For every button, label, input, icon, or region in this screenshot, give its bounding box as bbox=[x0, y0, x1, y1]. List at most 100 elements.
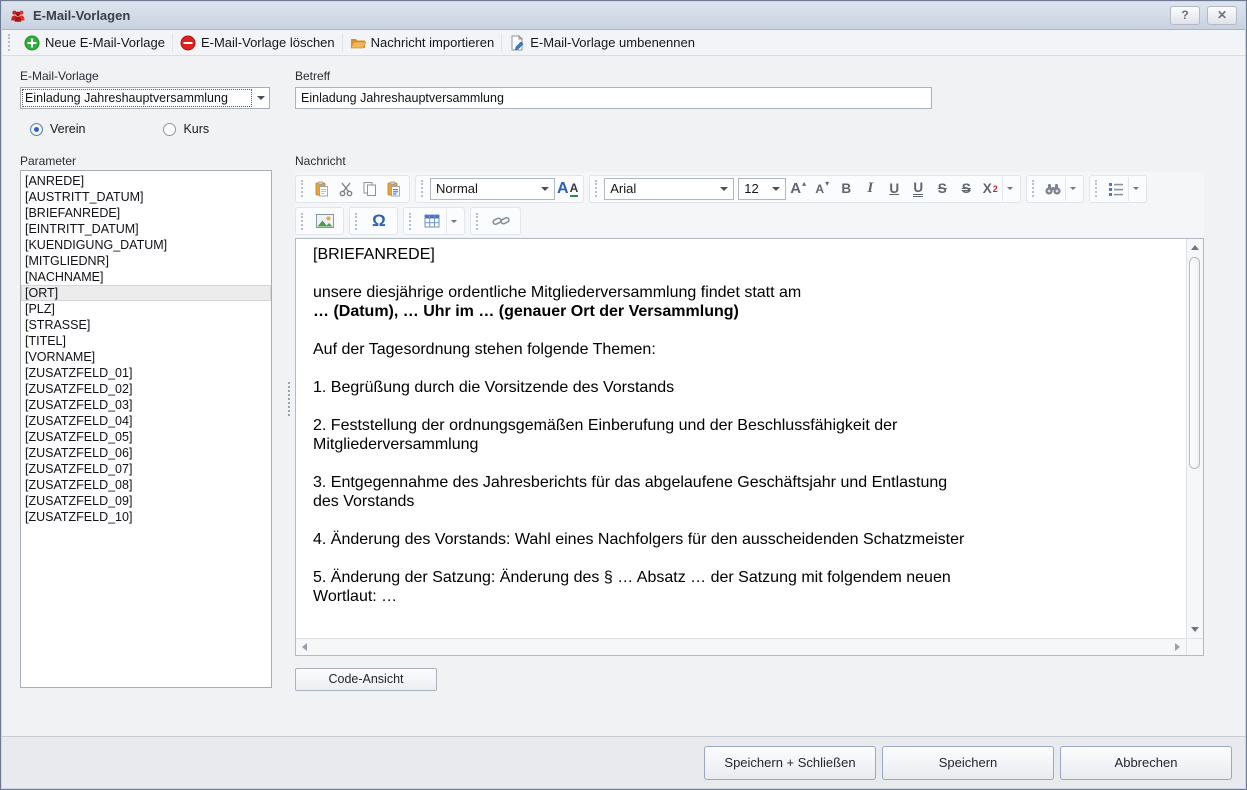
panel-splitter[interactable] bbox=[286, 56, 292, 738]
toolbar-grip[interactable] bbox=[8, 34, 13, 51]
insert-image-button[interactable] bbox=[310, 209, 340, 233]
template-select[interactable]: Einladung Jahreshauptversammlung bbox=[20, 87, 270, 109]
parameter-item[interactable]: [ZUSATZFELD_05] bbox=[21, 429, 271, 445]
scroll-down-icon[interactable] bbox=[1191, 627, 1199, 632]
scope-radio-group: Verein Kurs bbox=[30, 122, 209, 136]
parameter-item[interactable]: [ZUSATZFELD_01] bbox=[21, 365, 271, 381]
cut-button[interactable] bbox=[334, 177, 358, 201]
group-grip[interactable] bbox=[1095, 180, 1100, 197]
insert-link-button[interactable] bbox=[485, 209, 517, 233]
vertical-scrollbar[interactable] bbox=[1186, 239, 1203, 638]
delete-template-button[interactable]: E-Mail-Vorlage löschen bbox=[173, 32, 342, 54]
parameter-item[interactable]: [NACHNAME] bbox=[21, 269, 271, 285]
parameter-item[interactable]: [AUSTRITT_DATUM] bbox=[21, 189, 271, 205]
parameter-item[interactable]: [ZUSATZFELD_07] bbox=[21, 461, 271, 477]
shrink-font-button[interactable]: A▾ bbox=[810, 177, 834, 201]
underline-button[interactable]: U bbox=[882, 177, 906, 201]
parameter-item[interactable]: [ZUSATZFELD_08] bbox=[21, 477, 271, 493]
chevron-down-icon bbox=[451, 220, 457, 223]
group-grip[interactable] bbox=[355, 213, 360, 230]
save-button[interactable]: Speichern bbox=[882, 746, 1054, 780]
parameter-item[interactable]: [ZUSATZFELD_10] bbox=[21, 509, 271, 525]
folder-import-icon bbox=[350, 35, 366, 51]
new-template-button[interactable]: Neue E-Mail-Vorlage bbox=[17, 32, 172, 54]
bullet-list-button[interactable] bbox=[1104, 177, 1128, 201]
parameter-item[interactable]: [MITGLIEDNR] bbox=[21, 253, 271, 269]
vertical-scrollbar-thumb[interactable] bbox=[1189, 257, 1200, 469]
font-dialog-button[interactable]: AA bbox=[555, 177, 580, 201]
group-grip[interactable] bbox=[301, 180, 306, 197]
group-grip[interactable] bbox=[409, 213, 414, 230]
parameter-item[interactable]: [ZUSATZFELD_06] bbox=[21, 445, 271, 461]
paste-special-button[interactable] bbox=[382, 177, 406, 201]
double-underline-button[interactable]: U bbox=[906, 177, 930, 201]
radio-verein[interactable]: Verein bbox=[30, 122, 85, 136]
underline-icon: U bbox=[889, 181, 899, 196]
rename-template-label: E-Mail-Vorlage umbenennen bbox=[530, 35, 695, 50]
group-grip[interactable] bbox=[301, 213, 306, 230]
app-icon bbox=[10, 8, 26, 24]
special-character-button[interactable]: Ω bbox=[364, 209, 394, 233]
parameter-item[interactable]: [KUENDIGUNG_DATUM] bbox=[21, 237, 271, 253]
parameter-item[interactable]: [EINTRITT_DATUM] bbox=[21, 221, 271, 237]
group-grip[interactable] bbox=[595, 180, 600, 197]
rename-template-button[interactable]: E-Mail-Vorlage umbenennen bbox=[502, 32, 702, 54]
code-view-button[interactable]: Code-Ansicht bbox=[295, 668, 437, 691]
parameter-item[interactable]: [ZUSATZFELD_09] bbox=[21, 493, 271, 509]
table-options-button[interactable] bbox=[446, 209, 461, 233]
close-button[interactable]: ✕ bbox=[1207, 6, 1237, 25]
help-button[interactable]: ? bbox=[1170, 6, 1200, 25]
group-grip[interactable] bbox=[476, 213, 481, 230]
parameter-item[interactable]: [ZUSATZFELD_03] bbox=[21, 397, 271, 413]
font-family-value: Arial bbox=[610, 181, 636, 196]
list-group bbox=[1089, 175, 1147, 203]
subject-input[interactable] bbox=[295, 87, 932, 109]
chevron-down-icon bbox=[257, 96, 265, 100]
superscript-button[interactable]: X2 bbox=[978, 177, 1002, 201]
italic-button[interactable]: I bbox=[858, 177, 882, 201]
find-options-button[interactable] bbox=[1065, 177, 1080, 201]
paste-special-icon bbox=[386, 181, 402, 197]
message-text-area[interactable]: [BRIEFANREDE]unsere diesjährige ordentli… bbox=[296, 239, 1186, 638]
find-button[interactable] bbox=[1041, 177, 1065, 201]
radio-kurs[interactable]: Kurs bbox=[163, 122, 209, 136]
list-options-button[interactable] bbox=[1128, 177, 1143, 201]
group-grip[interactable] bbox=[1032, 180, 1037, 197]
scroll-right-icon[interactable] bbox=[1175, 643, 1180, 651]
parameter-item[interactable]: [PLZ] bbox=[21, 301, 271, 317]
double-strikethrough-button[interactable]: S bbox=[954, 177, 978, 201]
insert-table-button[interactable] bbox=[418, 209, 446, 233]
more-formatting-button[interactable] bbox=[1002, 177, 1017, 201]
parameter-item[interactable]: [ZUSATZFELD_04] bbox=[21, 413, 271, 429]
paste-button[interactable] bbox=[310, 177, 334, 201]
parameter-item[interactable]: [ZUSATZFELD_02] bbox=[21, 381, 271, 397]
paste-icon bbox=[314, 181, 330, 197]
font-size-value: 12 bbox=[744, 181, 758, 196]
group-grip[interactable] bbox=[421, 180, 426, 197]
double-underline-icon: U bbox=[913, 181, 923, 197]
save-close-button[interactable]: Speichern + Schließen bbox=[704, 746, 876, 780]
parameter-item[interactable]: [VORNAME] bbox=[21, 349, 271, 365]
paragraph-style-select[interactable]: Normal bbox=[430, 178, 555, 200]
parameter-item[interactable]: [BRIEFANREDE] bbox=[21, 205, 271, 221]
grow-font-button[interactable]: A▴ bbox=[786, 177, 810, 201]
chevron-down-icon bbox=[1070, 187, 1076, 190]
horizontal-scrollbar[interactable] bbox=[296, 638, 1186, 655]
copy-button[interactable] bbox=[358, 177, 382, 201]
font-size-select[interactable]: 12 bbox=[738, 178, 786, 200]
parameter-item[interactable]: [TITEL] bbox=[21, 333, 271, 349]
chevron-down-icon bbox=[541, 187, 549, 191]
window-title: E-Mail-Vorlagen bbox=[33, 8, 1163, 23]
cancel-button[interactable]: Abbrechen bbox=[1060, 746, 1232, 780]
import-message-button[interactable]: Nachricht importieren bbox=[343, 32, 502, 54]
parameter-item[interactable]: [ANREDE] bbox=[21, 173, 271, 189]
parameter-item[interactable]: [ORT] bbox=[21, 285, 271, 301]
parameter-item[interactable]: [STRASSE] bbox=[21, 317, 271, 333]
template-select-arrow[interactable] bbox=[252, 88, 269, 108]
scroll-left-icon[interactable] bbox=[302, 643, 307, 651]
scroll-up-icon[interactable] bbox=[1191, 245, 1199, 250]
parameter-list[interactable]: [ANREDE][AUSTRITT_DATUM][BRIEFANREDE][EI… bbox=[20, 170, 272, 688]
font-family-select[interactable]: Arial bbox=[604, 178, 734, 200]
strikethrough-button[interactable]: S bbox=[930, 177, 954, 201]
bold-button[interactable]: B bbox=[834, 177, 858, 201]
